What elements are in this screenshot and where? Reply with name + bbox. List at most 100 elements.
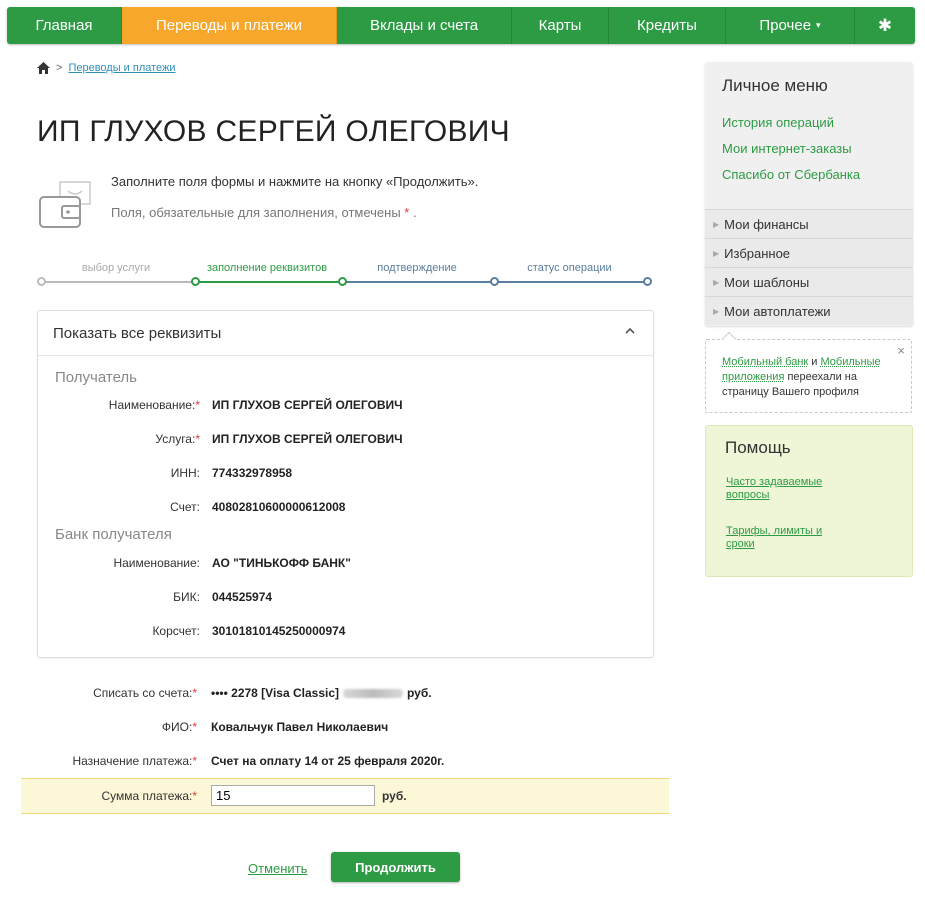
step-label-2: заполнение реквизитов: [206, 262, 328, 274]
breadcrumb-separator: >: [56, 62, 63, 74]
purpose-row: Назначение платежа:* Счет на оплату 14 о…: [21, 744, 669, 778]
amount-label: Сумма платежа:*: [101, 789, 197, 803]
debit-account-value[interactable]: •••• 2278 [Visa Classic] руб.: [211, 686, 432, 700]
nav-item-transfers[interactable]: Переводы и платежи: [122, 7, 337, 44]
chevron-right-icon: ▶: [713, 277, 720, 287]
continue-button[interactable]: Продолжить: [331, 852, 460, 882]
nav-item-credits[interactable]: Кредиты: [609, 7, 726, 44]
breadcrumb: > Переводы и платежи: [37, 62, 176, 74]
details-card: Показать все реквизиты Получатель Наимен…: [37, 310, 654, 658]
close-icon[interactable]: ×: [897, 343, 905, 358]
amount-input[interactable]: [211, 785, 375, 806]
bik-label: БИК:: [173, 590, 200, 604]
purpose-label: Назначение платежа:*: [72, 754, 197, 768]
nav-item-more[interactable]: Прочее ▾: [726, 7, 855, 44]
home-icon[interactable]: [37, 62, 50, 74]
service-label-text: Услуга:: [155, 432, 196, 446]
required-note-end: .: [412, 205, 417, 220]
step-dot-1: [37, 277, 46, 286]
progress-stepper: выбор услуги заполнение реквизитов подтв…: [37, 262, 652, 292]
menu-link-history[interactable]: История операций: [722, 115, 834, 130]
menu-section-favorites-label: Избранное: [724, 245, 791, 261]
step-label-1: выбор услуги: [81, 262, 151, 274]
amount-label-text: Сумма платежа:: [101, 789, 193, 803]
help-link-faq[interactable]: Часто задаваемые вопросы: [726, 476, 846, 502]
recipient-name-value: ИП ГЛУХОВ СЕРГЕЙ ОЛЕГОВИЧ: [212, 398, 403, 412]
notice-and: и: [808, 356, 821, 368]
required-mark: *: [192, 754, 197, 768]
fio-value: Ковальчук Павел Николаевич: [211, 720, 389, 734]
menu-section-autopayments[interactable]: ▶ Мои автоплатежи: [705, 296, 913, 325]
bik-value: 044525974: [212, 590, 273, 604]
service-value: ИП ГЛУХОВ СЕРГЕЙ ОЛЕГОВИЧ: [212, 432, 403, 446]
notice-pointer: [721, 331, 737, 347]
help-title: Помощь: [725, 438, 791, 457]
step-line-4: [495, 281, 647, 283]
menu-section-finances[interactable]: ▶ Мои финансы: [705, 209, 913, 238]
menu-section-templates[interactable]: ▶ Мои шаблоны: [705, 267, 913, 296]
required-mark: *: [404, 205, 410, 220]
inn-label: ИНН:: [170, 466, 200, 480]
amount-currency: руб.: [382, 789, 407, 803]
help-panel: Помощь Часто задаваемые вопросы Тарифы, …: [705, 425, 913, 577]
gear-icon: ✱: [877, 15, 893, 35]
bank-name-value: АО "ТИНЬКОФФ БАНК": [212, 556, 351, 570]
recipient-section-title: Получатель: [55, 369, 137, 386]
cancel-link[interactable]: Отменить: [248, 861, 307, 876]
step-label-3: подтверждение: [377, 262, 457, 274]
account-number-label: Счет:: [170, 500, 200, 514]
details-toggle-label: Показать все реквизиты: [53, 324, 222, 342]
debit-account-label: Списать со счета:*: [93, 686, 197, 700]
required-mark: *: [192, 789, 197, 803]
instruction-text: Заполните поля формы и нажмите на кнопку…: [111, 174, 479, 189]
required-mark: *: [192, 720, 197, 734]
chevron-down-icon: ▾: [816, 20, 821, 30]
step-dot-5: [643, 277, 652, 286]
corr-account-label: Корсчет:: [152, 624, 200, 638]
fio-label: ФИО:*: [162, 720, 197, 734]
required-mark: *: [192, 686, 197, 700]
required-mark: *: [195, 432, 200, 446]
step-line-2: [195, 281, 342, 283]
menu-section-templates-label: Мои шаблоны: [724, 274, 810, 290]
corr-account-value: 30101810145250000974: [212, 624, 346, 638]
menu-section-favorites[interactable]: ▶ Избранное: [705, 238, 913, 267]
chevron-up-icon[interactable]: [624, 326, 636, 336]
step-line-3: [342, 281, 495, 283]
fio-row: ФИО:* Ковальчук Павел Николаевич: [21, 710, 669, 744]
bank-name-label: Наименование:: [113, 556, 200, 570]
menu-section-autopayments-label: Мои автоплатежи: [724, 303, 831, 319]
breadcrumb-link-transfers[interactable]: Переводы и платежи: [68, 62, 175, 74]
required-mark: *: [195, 398, 200, 412]
wallet-icon: [39, 181, 91, 228]
debit-account-card: •••• 2278 [Visa Classic]: [211, 686, 339, 700]
help-link-tariffs[interactable]: Тарифы, лимиты и сроки: [726, 525, 846, 551]
personal-menu: Личное меню История операций Мои интерне…: [705, 62, 913, 326]
required-note: Поля, обязательные для заполнения, отмеч…: [111, 205, 417, 220]
menu-section-finances-label: Мои финансы: [724, 216, 809, 232]
nav-item-cards[interactable]: Карты: [512, 7, 609, 44]
menu-link-internet-orders[interactable]: Мои интернет-заказы: [722, 141, 852, 156]
step-dot-3: [338, 277, 347, 286]
nav-item-home[interactable]: Главная: [7, 7, 122, 44]
chevron-right-icon: ▶: [713, 219, 720, 229]
nav-item-deposits[interactable]: Вклады и счета: [337, 7, 512, 44]
purpose-label-text: Назначение платежа:: [72, 754, 193, 768]
debit-account-row: Списать со счета:* •••• 2278 [Visa Class…: [21, 676, 669, 710]
nav-item-more-label: Прочее: [759, 17, 812, 34]
required-note-text: Поля, обязательные для заполнения, отмеч…: [111, 205, 401, 220]
notice-link-mobile-bank[interactable]: Мобильный банк: [722, 356, 808, 368]
top-nav: Главная Переводы и платежи Вклады и счет…: [7, 7, 915, 44]
recipient-name-label-text: Наименование:: [108, 398, 196, 412]
settings-button[interactable]: ✱: [855, 7, 915, 44]
account-number-value: 40802810600000612008: [212, 500, 346, 514]
details-toggle[interactable]: Показать все реквизиты: [38, 311, 653, 356]
purpose-value: Счет на оплату 14 от 25 февраля 2020г.: [211, 754, 445, 768]
step-dot-4: [490, 277, 499, 286]
bank-section-title: Банк получателя: [55, 526, 172, 543]
inn-value: 774332978958: [212, 466, 293, 480]
amount-row: Сумма платежа:* руб.: [21, 778, 669, 814]
step-dot-2: [191, 277, 200, 286]
profile-notice: × Мобильный банк и Мобильные приложения …: [705, 331, 912, 413]
menu-link-spasibo[interactable]: Спасибо от Сбербанка: [722, 167, 860, 182]
